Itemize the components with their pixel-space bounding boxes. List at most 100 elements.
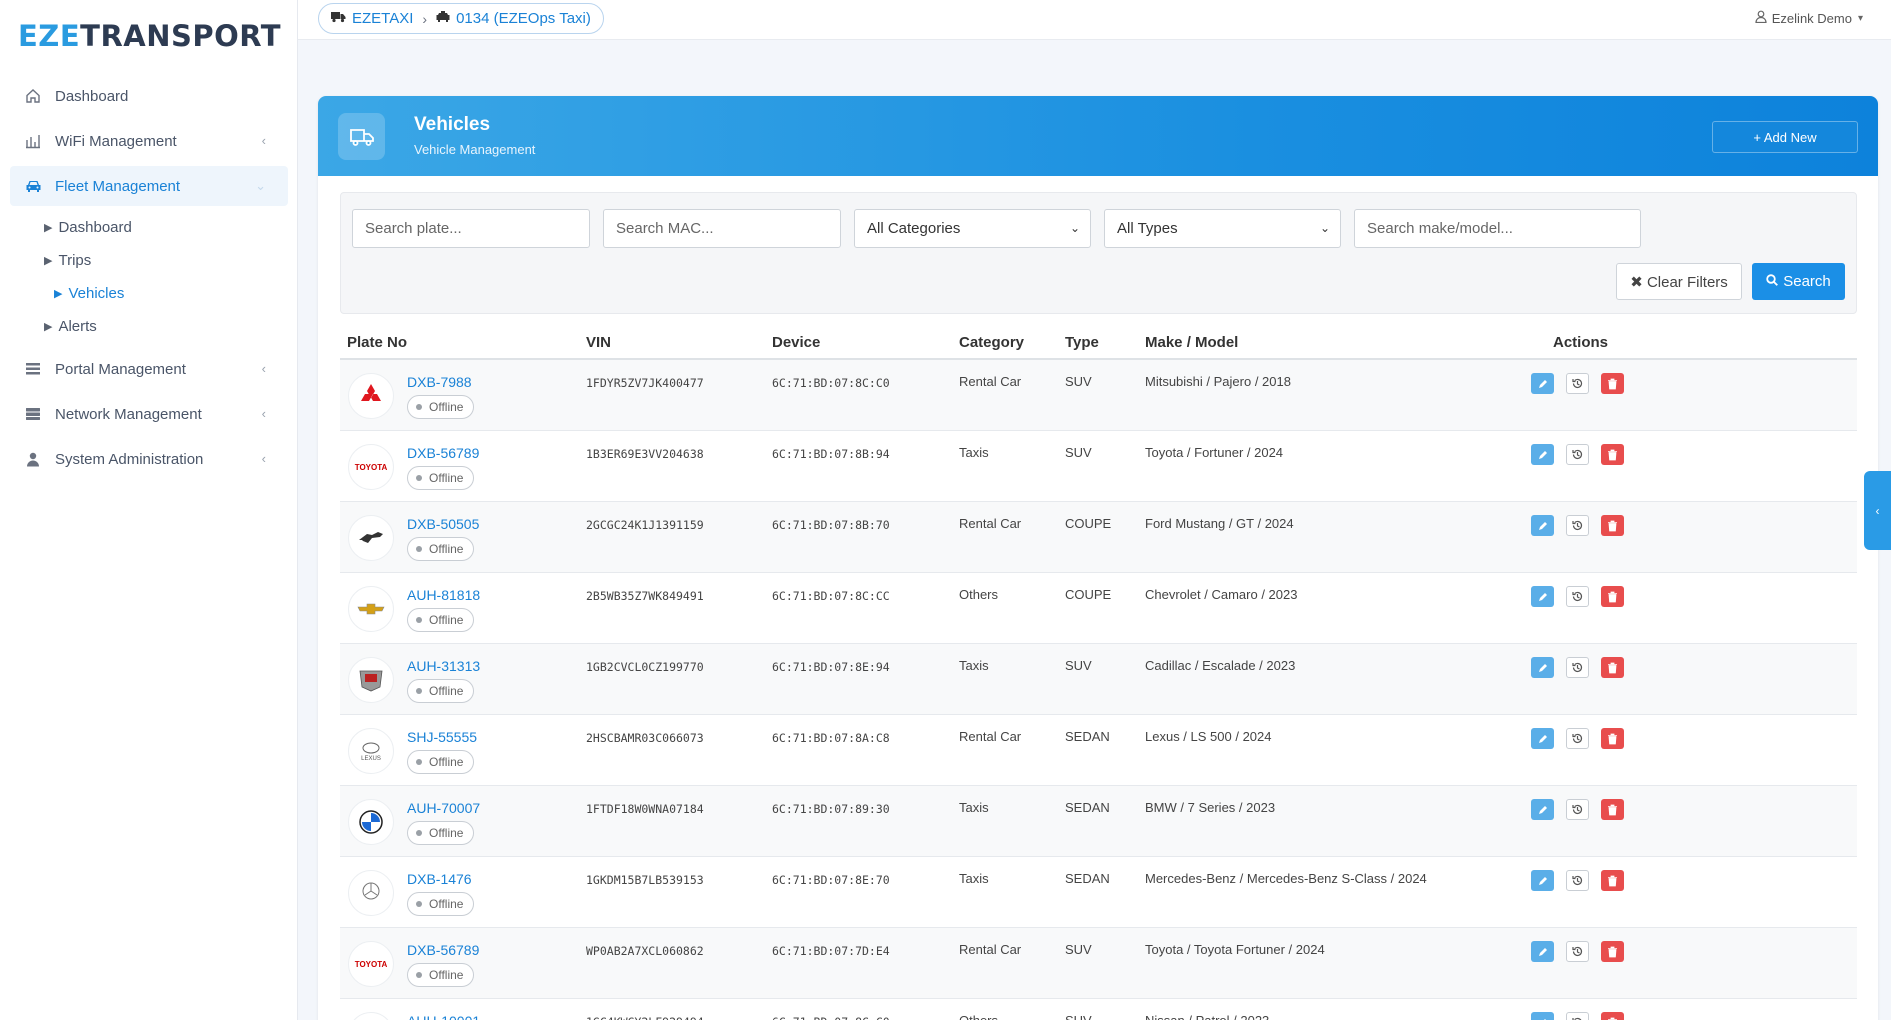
edit-button[interactable]: [1531, 444, 1554, 465]
edit-button[interactable]: [1531, 657, 1554, 678]
sidebar-item-wifi-management[interactable]: WiFi Management ‹: [10, 121, 288, 161]
type-cell: SEDAN: [1065, 871, 1110, 886]
history-button[interactable]: [1566, 373, 1589, 394]
history-icon: [1572, 449, 1583, 460]
trash-icon: [1608, 449, 1617, 460]
search-mac-input[interactable]: [603, 209, 841, 248]
column-header-type[interactable]: Type: [1065, 334, 1099, 351]
history-button[interactable]: [1566, 799, 1589, 820]
status-label: Offline: [429, 968, 464, 982]
delete-button[interactable]: [1601, 941, 1624, 962]
delete-button[interactable]: [1601, 728, 1624, 749]
pencil-icon: [1538, 450, 1547, 459]
brand-logo-icon: [348, 515, 394, 561]
clear-filters-button[interactable]: ✖ Clear Filters: [1616, 263, 1742, 300]
make-model-cell: Mercedes-Benz / Mercedes-Benz S-Class / …: [1145, 871, 1427, 886]
delete-button[interactable]: [1601, 515, 1624, 536]
history-button[interactable]: [1566, 444, 1589, 465]
brand-logo-icon: [348, 373, 394, 419]
search-make-model-input[interactable]: [1354, 209, 1641, 248]
caret-right-icon: ▶: [44, 321, 53, 333]
edit-button[interactable]: [1531, 799, 1554, 820]
delete-button[interactable]: [1601, 657, 1624, 678]
sidebar-sub-item-dashboard[interactable]: ▶ Dashboard: [0, 211, 298, 244]
edit-button[interactable]: [1531, 1012, 1554, 1020]
edit-button[interactable]: [1531, 728, 1554, 749]
edit-button[interactable]: [1531, 515, 1554, 536]
history-button[interactable]: [1566, 941, 1589, 962]
plate-link[interactable]: DXB-7988: [407, 374, 472, 390]
sidebar-item-fleet-management[interactable]: Fleet Management ⌄: [10, 166, 288, 206]
plate-link[interactable]: DXB-56789: [407, 942, 479, 958]
search-button[interactable]: Search: [1752, 263, 1845, 300]
sidebar-item-label: WiFi Management: [55, 132, 177, 150]
type-cell: SUV: [1065, 942, 1092, 957]
make-model-cell: Ford Mustang / GT / 2024: [1145, 516, 1294, 531]
edit-button[interactable]: [1531, 373, 1554, 394]
sidebar-item-label: Network Management: [55, 405, 202, 423]
history-button[interactable]: [1566, 657, 1589, 678]
history-button[interactable]: [1566, 1012, 1589, 1020]
sidebar-item-portal-management[interactable]: Portal Management ‹: [10, 349, 288, 389]
brand-logo[interactable]: EZE TRANSPORT: [18, 16, 281, 56]
delete-button[interactable]: [1601, 870, 1624, 891]
device-cell: 6C:71:BD:07:8C:C0: [772, 376, 890, 390]
search-plate-input[interactable]: [352, 209, 590, 248]
add-new-button[interactable]: + Add New: [1712, 121, 1858, 153]
status-label: Offline: [429, 897, 464, 911]
svg-text:LEXUS: LEXUS: [361, 756, 381, 762]
table-row: DXB-7988 Offline 1FDYR5ZV7JK400477 6C:71…: [340, 360, 1857, 431]
category-cell: Rental Car: [959, 374, 1022, 389]
column-header-device[interactable]: Device: [772, 334, 820, 351]
column-header-category[interactable]: Category: [959, 334, 1024, 351]
edit-button[interactable]: [1531, 941, 1554, 962]
brand-logo-icon: TOYOTA: [348, 444, 394, 490]
plate-link[interactable]: AUH-31313: [407, 658, 480, 674]
caret-right-icon: ▶: [44, 222, 53, 234]
delete-button[interactable]: [1601, 444, 1624, 465]
filter-panel: All Categories ⌄ All Types ⌄ ✖ Clear Fil…: [340, 192, 1857, 314]
user-icon: [24, 450, 42, 468]
delete-button[interactable]: [1601, 373, 1624, 394]
history-button[interactable]: [1566, 870, 1589, 891]
table-row: TOYOTA DXB-56789 Offline WP0AB2A7XCL0608…: [340, 928, 1857, 999]
type-select[interactable]: All Types ⌄: [1104, 209, 1341, 248]
breadcrumb-item-company[interactable]: EZETAXI: [352, 10, 413, 27]
plate-link[interactable]: DXB-50505: [407, 516, 479, 532]
delete-button[interactable]: [1601, 799, 1624, 820]
edit-button[interactable]: [1531, 870, 1554, 891]
category-select[interactable]: All Categories ⌄: [854, 209, 1091, 248]
edit-button[interactable]: [1531, 586, 1554, 607]
side-panel-toggle[interactable]: ‹: [1864, 471, 1891, 550]
plate-link[interactable]: SHJ-55555: [407, 729, 477, 745]
plate-link[interactable]: AUH-81818: [407, 587, 480, 603]
table-header: Plate No VIN Device Category Type Make /…: [340, 324, 1857, 360]
breadcrumb-item-fleet[interactable]: 0134 (EZEOps Taxi): [456, 10, 591, 27]
history-button[interactable]: [1566, 515, 1589, 536]
history-icon: [1572, 804, 1583, 815]
table-row: LEXUS SHJ-55555 Offline 2HSCBAMR03C06607…: [340, 715, 1857, 786]
category-cell: Taxis: [959, 658, 989, 673]
sidebar-sub-item-vehicles[interactable]: ▶ Vehicles: [0, 277, 298, 310]
history-button[interactable]: [1566, 728, 1589, 749]
trash-icon: [1608, 804, 1617, 815]
column-header-vin[interactable]: VIN: [586, 334, 611, 351]
sidebar-sub-item-trips[interactable]: ▶ Trips: [0, 244, 298, 277]
sidebar-item-system-administration[interactable]: System Administration ‹: [10, 439, 288, 479]
sidebar-item-network-management[interactable]: Network Management ‹: [10, 394, 288, 434]
plate-link[interactable]: DXB-1476: [407, 871, 472, 887]
plate-link[interactable]: DXB-56789: [407, 445, 479, 461]
column-header-actions: Actions: [1553, 334, 1609, 351]
device-cell: 6C:71:BD:07:8E:94: [772, 660, 890, 674]
plate-link[interactable]: AUH-70007: [407, 800, 480, 816]
history-button[interactable]: [1566, 586, 1589, 607]
delete-button[interactable]: [1601, 1012, 1624, 1020]
plate-link[interactable]: AUH-10001: [407, 1013, 480, 1020]
delete-button[interactable]: [1601, 586, 1624, 607]
page-title: Vehicles: [414, 114, 491, 135]
sidebar-item-dashboard[interactable]: Dashboard: [10, 76, 288, 116]
column-header-make-model[interactable]: Make / Model: [1145, 334, 1238, 351]
sidebar-sub-item-alerts[interactable]: ▶ Alerts: [0, 310, 298, 343]
user-menu[interactable]: Ezelink Demo ▾: [1755, 10, 1863, 26]
column-header-plate[interactable]: Plate No: [347, 334, 407, 351]
